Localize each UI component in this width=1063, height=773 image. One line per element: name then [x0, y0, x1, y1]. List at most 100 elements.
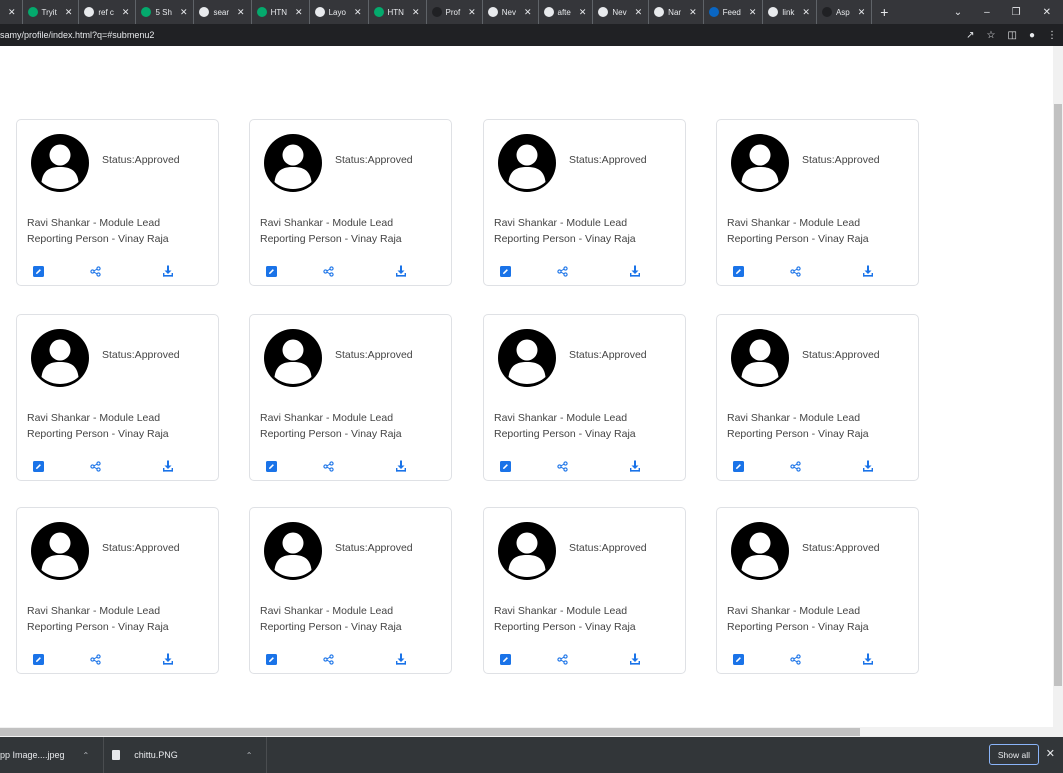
close-tab-icon[interactable]: ✕: [295, 7, 303, 18]
download-icon[interactable]: [394, 264, 408, 278]
tab-label: sear: [213, 7, 230, 17]
share-icon[interactable]: [88, 459, 102, 473]
tab-label: 5 Sh: [155, 7, 172, 17]
vertical-scrollbar[interactable]: [1053, 46, 1063, 727]
download-item[interactable]: chittu.PNG ⌃: [104, 737, 268, 773]
horizontal-scroll-thumb[interactable]: [0, 728, 860, 736]
share-icon[interactable]: [555, 652, 569, 666]
share-icon[interactable]: [88, 652, 102, 666]
reporting-person: Reporting Person - Vinay Raja: [494, 428, 636, 440]
browser-tab[interactable]: Feed ✕: [704, 0, 764, 24]
minimize-icon[interactable]: –: [984, 7, 990, 18]
browser-tab[interactable]: 5 Sh ✕: [136, 0, 195, 24]
edit-icon[interactable]: [498, 459, 512, 473]
close-tab-icon[interactable]: ✕: [8, 7, 16, 18]
edit-icon[interactable]: [498, 652, 512, 666]
chevron-up-icon[interactable]: ⌃: [246, 751, 253, 760]
status-label: Status:Approved: [335, 542, 413, 554]
close-tab-icon[interactable]: ✕: [524, 7, 532, 18]
url-field[interactable]: samy/profile/index.html?q=#submenu2: [0, 30, 154, 40]
share-icon[interactable]: [88, 264, 102, 278]
browser-tab[interactable]: HTN ✕: [252, 0, 310, 24]
edit-icon[interactable]: [31, 264, 45, 278]
share-icon[interactable]: [788, 264, 802, 278]
browser-tab[interactable]: Nev ✕: [483, 0, 539, 24]
download-icon[interactable]: [628, 652, 642, 666]
download-icon[interactable]: [861, 264, 875, 278]
menu-icon[interactable]: ⋮: [1047, 30, 1057, 41]
share-icon[interactable]: [321, 652, 335, 666]
horizontal-scrollbar[interactable]: [0, 727, 1063, 737]
share-icon[interactable]: [788, 652, 802, 666]
browser-tab[interactable]: link ✕: [763, 0, 817, 24]
edit-icon[interactable]: [31, 652, 45, 666]
close-tab-icon[interactable]: ✕: [180, 7, 188, 18]
share-icon[interactable]: [321, 459, 335, 473]
browser-tab[interactable]: ✕: [0, 0, 23, 24]
profile-icon[interactable]: ●: [1029, 30, 1035, 41]
close-tab-icon[interactable]: ✕: [354, 7, 362, 18]
side-panel-icon[interactable]: ◫: [1008, 30, 1017, 41]
download-icon[interactable]: [161, 459, 175, 473]
download-icon[interactable]: [861, 459, 875, 473]
reporting-person: Reporting Person - Vinay Raja: [727, 621, 869, 633]
edit-icon[interactable]: [731, 264, 745, 278]
edit-icon[interactable]: [31, 459, 45, 473]
browser-tab[interactable]: HTN ✕: [369, 0, 427, 24]
close-tab-icon[interactable]: ✕: [689, 7, 697, 18]
browser-tab[interactable]: Nar ✕: [649, 0, 704, 24]
download-icon[interactable]: [628, 264, 642, 278]
close-downloads-icon[interactable]: ✕: [1046, 747, 1055, 760]
browser-tab[interactable]: Prof ✕: [427, 0, 483, 24]
new-tab-icon[interactable]: +: [880, 4, 888, 20]
download-item[interactable]: pp Image....jpeg ⌃: [0, 737, 105, 773]
show-all-button[interactable]: Show all: [988, 744, 1039, 765]
browser-tab[interactable]: Layo ✕: [310, 0, 369, 24]
close-tab-icon[interactable]: ✕: [802, 7, 810, 18]
globe-icon: [314, 7, 325, 17]
close-tab-icon[interactable]: ✕: [237, 7, 245, 18]
restore-icon[interactable]: ❐: [1012, 7, 1021, 18]
download-icon[interactable]: [394, 459, 408, 473]
tab-search-icon[interactable]: ⌄: [954, 7, 962, 18]
download-icon[interactable]: [161, 264, 175, 278]
browser-tab[interactable]: Tryit ✕: [23, 0, 80, 24]
close-window-icon[interactable]: ✕: [1043, 7, 1051, 18]
share-icon[interactable]: [555, 264, 569, 278]
edit-icon[interactable]: [498, 264, 512, 278]
close-tab-icon[interactable]: ✕: [858, 7, 866, 18]
edit-icon[interactable]: [264, 264, 278, 278]
vertical-scroll-thumb[interactable]: [1054, 104, 1062, 686]
bookmark-star-icon[interactable]: ☆: [987, 30, 996, 41]
browser-tab[interactable]: sear ✕: [194, 0, 252, 24]
status-label: Status:Approved: [102, 154, 180, 166]
close-tab-icon[interactable]: ✕: [635, 7, 643, 18]
share-icon[interactable]: [788, 459, 802, 473]
close-tab-icon[interactable]: ✕: [65, 7, 73, 18]
employee-name: Ravi Shankar - Module Lead: [27, 412, 161, 424]
edit-icon[interactable]: [264, 459, 278, 473]
browser-tab[interactable]: Nev ✕: [593, 0, 650, 24]
edit-icon[interactable]: [264, 652, 278, 666]
edit-icon[interactable]: [731, 652, 745, 666]
browser-tab[interactable]: afte ✕: [539, 0, 594, 24]
close-tab-icon[interactable]: ✕: [122, 7, 130, 18]
avatar-icon: [31, 134, 89, 192]
edit-icon[interactable]: [731, 459, 745, 473]
chevron-up-icon[interactable]: ⌃: [83, 751, 90, 760]
profile-card: Status:Approved Ravi Shankar - Module Lea…: [249, 119, 452, 286]
share-icon[interactable]: [321, 264, 335, 278]
close-tab-icon[interactable]: ✕: [749, 7, 757, 18]
close-tab-icon[interactable]: ✕: [579, 7, 587, 18]
avatar-icon: [498, 134, 556, 192]
close-tab-icon[interactable]: ✕: [412, 7, 420, 18]
download-icon[interactable]: [628, 459, 642, 473]
close-tab-icon[interactable]: ✕: [468, 7, 476, 18]
share-page-icon[interactable]: ↗: [966, 30, 974, 41]
share-icon[interactable]: [555, 459, 569, 473]
browser-tab[interactable]: Asp ✕: [817, 0, 873, 24]
download-icon[interactable]: [161, 652, 175, 666]
download-icon[interactable]: [861, 652, 875, 666]
download-icon[interactable]: [394, 652, 408, 666]
browser-tab[interactable]: ref c ✕: [79, 0, 137, 24]
